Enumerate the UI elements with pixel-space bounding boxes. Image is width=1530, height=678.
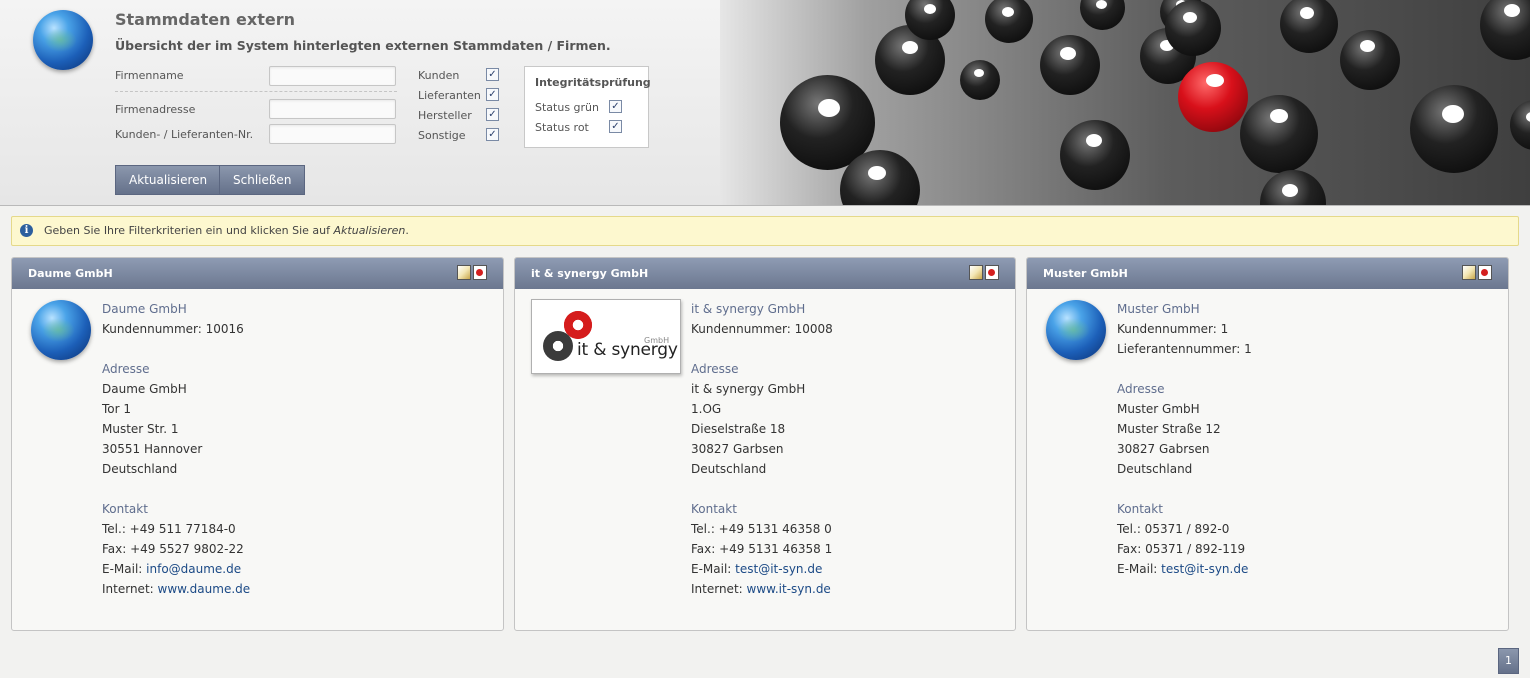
delete-icon[interactable]	[985, 265, 999, 280]
phone: Tel.: +49 511 77184-0	[102, 522, 236, 536]
address-label: Adresse	[1117, 382, 1165, 396]
address-line: Muster Str. 1	[102, 422, 179, 436]
header-panel: Stammdaten extern Übersicht der im Syste…	[0, 0, 1530, 206]
address-line: 30551 Hannover	[102, 442, 203, 456]
info-text: Geben Sie Ihre Filterkriterien ein und k…	[44, 224, 409, 237]
pagination-page-1[interactable]: 1	[1498, 648, 1519, 674]
supplier-number: Lieferantennummer: 1	[1117, 342, 1252, 356]
phone: Tel.: +49 5131 46358 0	[691, 522, 832, 536]
lieferanten-label: Lieferanten	[418, 89, 481, 102]
company-card-muster: Muster GmbH Muster GmbH Kundennummer: 1 …	[1026, 257, 1509, 631]
status-rot-checkbox[interactable]: ✓	[609, 120, 622, 133]
address-label: Adresse	[691, 362, 739, 376]
globe-icon	[31, 300, 91, 360]
status-gruen-label: Status grün	[535, 101, 599, 114]
refresh-button[interactable]: Aktualisieren	[115, 165, 222, 195]
hero-image	[720, 0, 1530, 205]
nummer-label: Kunden- / Lieferanten-Nr.	[115, 128, 254, 141]
logo-gmbh: GmbH	[644, 336, 670, 345]
web-row: Internet: www.daume.de	[102, 582, 251, 596]
page-subtitle: Übersicht der im System hinterlegten ext…	[115, 38, 611, 53]
divider	[115, 91, 397, 92]
company-name: Daume GmbH	[102, 302, 187, 316]
customer-number: Kundennummer: 1	[1117, 322, 1229, 336]
info-icon: i	[20, 224, 33, 237]
status-gruen-checkbox[interactable]: ✓	[609, 100, 622, 113]
company-details: Daume GmbH Kundennummer: 10016 Adresse D…	[102, 299, 250, 599]
address-line: Daume GmbH	[102, 382, 187, 396]
company-card-it-synergy: it & synergy GmbH it & synergy GmbH it &…	[514, 257, 1016, 631]
email-row: E-Mail: test@it-syn.de	[1117, 562, 1249, 576]
address-line: it & synergy GmbH	[691, 382, 806, 396]
integrity-title: Integritätsprüfung	[535, 76, 651, 89]
hersteller-label: Hersteller	[418, 109, 472, 122]
sonstige-checkbox[interactable]: ✓	[486, 128, 499, 141]
close-button[interactable]: Schließen	[219, 165, 306, 195]
status-rot-label: Status rot	[535, 121, 589, 134]
web-link[interactable]: www.daume.de	[158, 582, 251, 596]
edit-icon[interactable]	[1462, 265, 1476, 280]
page-title: Stammdaten extern	[115, 10, 295, 29]
contact-label: Kontakt	[102, 502, 148, 516]
address-line: Deutschland	[1117, 462, 1193, 476]
address-line: Deutschland	[691, 462, 767, 476]
card-header: Muster GmbH	[1027, 258, 1508, 289]
delete-icon[interactable]	[1478, 265, 1492, 280]
address-line: Tor 1	[102, 402, 132, 416]
address-line: 30827 Garbsen	[691, 442, 784, 456]
kunden-label: Kunden	[418, 69, 460, 82]
card-header: Daume GmbH	[12, 258, 503, 289]
company-logo: it & synergy GmbH	[531, 299, 681, 374]
kunden-checkbox[interactable]: ✓	[486, 68, 499, 81]
email-row: E-Mail: info@daume.de	[102, 562, 242, 576]
address-line: Deutschland	[102, 462, 178, 476]
fax: Fax: 05371 / 892-119	[1117, 542, 1246, 556]
card-title: Daume GmbH	[28, 267, 113, 280]
address-line: 1.OG	[691, 402, 722, 416]
address-line: Dieselstraße 18	[691, 422, 786, 436]
company-name: Muster GmbH	[1117, 302, 1200, 316]
card-title: it & synergy GmbH	[531, 267, 649, 280]
globe-icon	[1046, 300, 1106, 360]
globe-icon	[33, 10, 93, 70]
email-link[interactable]: info@daume.de	[146, 562, 241, 576]
company-card-daume: Daume GmbH Daume GmbH Kundennummer: 1001…	[11, 257, 504, 631]
info-bar: i Geben Sie Ihre Filterkriterien ein und…	[11, 216, 1519, 246]
address-line: Muster GmbH	[1117, 402, 1200, 416]
email-link[interactable]: test@it-syn.de	[1161, 562, 1248, 576]
card-title: Muster GmbH	[1043, 267, 1128, 280]
address-label: Adresse	[102, 362, 150, 376]
delete-icon[interactable]	[473, 265, 487, 280]
edit-icon[interactable]	[457, 265, 471, 280]
fax: Fax: +49 5131 46358 1	[691, 542, 833, 556]
phone: Tel.: 05371 / 892-0	[1117, 522, 1230, 536]
web-row: Internet: www.it-syn.de	[691, 582, 831, 596]
nummer-input[interactable]	[269, 124, 396, 144]
company-details: it & synergy GmbH Kundennummer: 10008 Ad…	[691, 299, 833, 599]
company-details: Muster GmbH Kundennummer: 1 Lieferantenn…	[1117, 299, 1252, 579]
integrity-box: Integritätsprüfung Status grün ✓ Status …	[524, 66, 651, 148]
customer-number: Kundennummer: 10008	[691, 322, 833, 336]
lieferanten-checkbox[interactable]: ✓	[486, 88, 499, 101]
web-link[interactable]: www.it-syn.de	[747, 582, 831, 596]
contact-label: Kontakt	[1117, 502, 1163, 516]
hersteller-checkbox[interactable]: ✓	[486, 108, 499, 121]
edit-icon[interactable]	[969, 265, 983, 280]
firmenname-input[interactable]	[269, 66, 396, 86]
firmenname-label: Firmenname	[115, 69, 184, 82]
fax: Fax: +49 5527 9802-22	[102, 542, 244, 556]
firmenadresse-input[interactable]	[269, 99, 396, 119]
email-link[interactable]: test@it-syn.de	[735, 562, 822, 576]
sonstige-label: Sonstige	[418, 129, 466, 142]
address-line: Muster Straße 12	[1117, 422, 1221, 436]
card-header: it & synergy GmbH	[515, 258, 1015, 289]
gear-icon	[543, 331, 573, 361]
email-row: E-Mail: test@it-syn.de	[691, 562, 823, 576]
customer-number: Kundennummer: 10016	[102, 322, 244, 336]
company-name: it & synergy GmbH	[691, 302, 806, 316]
contact-label: Kontakt	[691, 502, 737, 516]
firmenadresse-label: Firmenadresse	[115, 103, 196, 116]
address-line: 30827 Gabrsen	[1117, 442, 1210, 456]
